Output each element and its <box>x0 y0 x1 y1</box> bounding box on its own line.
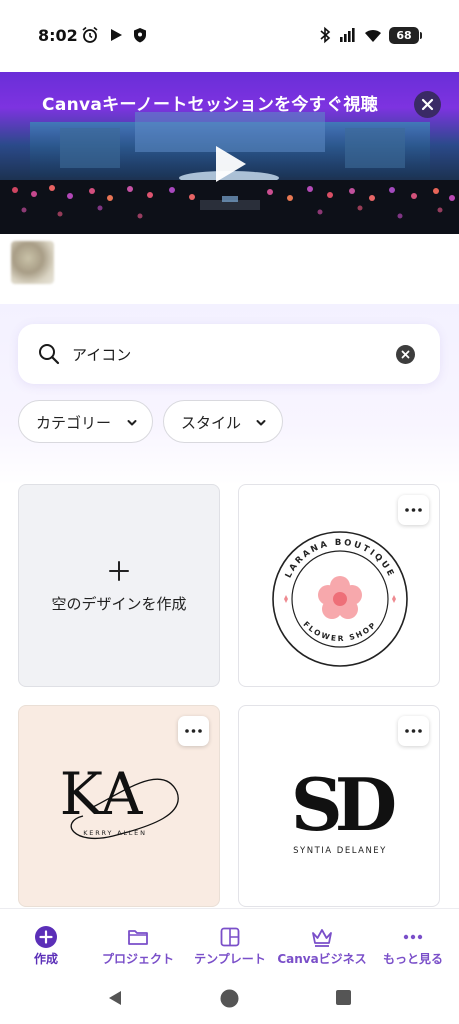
nav-canva-business[interactable]: Canvaビジネス <box>276 909 368 973</box>
clear-icon <box>401 350 410 359</box>
play-store-icon <box>111 29 122 41</box>
folder-icon <box>128 930 148 945</box>
template-card[interactable]: KA KERRY ALLEN <box>18 705 220 907</box>
account-row <box>0 234 459 304</box>
signal-icon <box>340 28 355 42</box>
chevron-down-icon <box>127 420 137 426</box>
nav-create[interactable]: 作成 <box>0 909 92 973</box>
clear-search-button[interactable] <box>396 345 415 364</box>
monogram-caption: KERRY ALLEN <box>83 829 146 837</box>
nav-projects-label: プロジェクト <box>101 952 174 966</box>
wifi-icon <box>365 29 381 42</box>
template-thumbnail: LARANA BOUTIQUE FLOWER SHOP <box>272 531 408 667</box>
filter-style-label: スタイル <box>181 414 242 432</box>
banner-close-button[interactable] <box>414 91 441 118</box>
back-icon[interactable] <box>106 989 124 1007</box>
status-bar: 8:02 68 <box>0 0 459 72</box>
template-card[interactable]: LARANA BOUTIQUE FLOWER SHOP <box>238 484 440 687</box>
crown-icon <box>312 929 332 947</box>
close-icon <box>421 98 434 111</box>
monogram-caption: SYNTIA DELANEY <box>293 846 387 856</box>
flower-icon <box>318 576 362 619</box>
filter-style[interactable]: スタイル <box>163 400 283 443</box>
bluetooth-icon <box>320 26 331 44</box>
filter-category[interactable]: カテゴリー <box>18 400 153 443</box>
nav-canva-business-label: Canvaビジネス <box>277 952 367 966</box>
search-input[interactable] <box>72 343 372 365</box>
play-icon[interactable] <box>212 144 248 184</box>
monogram-text: SD <box>291 762 395 847</box>
template-more-button[interactable] <box>178 716 209 746</box>
plus-icon <box>109 561 129 581</box>
template-more-button[interactable] <box>398 716 429 746</box>
nav-templates[interactable]: テンプレート <box>184 909 276 973</box>
nav-projects[interactable]: プロジェクト <box>92 909 184 973</box>
nav-more[interactable]: もっと見る <box>367 909 459 973</box>
template-card[interactable]: SD SYNTIA DELANEY <box>238 705 440 907</box>
create-blank-design-card[interactable]: 空のデザインを作成 <box>18 484 220 687</box>
nav-templates-label: テンプレート <box>194 952 266 966</box>
search-icon <box>39 344 60 365</box>
template-more-button[interactable] <box>398 495 429 525</box>
avatar[interactable] <box>11 241 54 284</box>
more-dots-icon <box>405 729 422 733</box>
battery-indicator: 68 <box>389 27 422 44</box>
blank-design-label: 空のデザインを作成 <box>51 595 187 613</box>
plus-circle-icon <box>35 926 57 948</box>
recents-icon[interactable] <box>335 989 352 1006</box>
keynote-banner[interactable]: Canvaキーノートセッションを今すぐ視聴 <box>0 72 459 234</box>
logo-text-bottom: FLOWER SHOP <box>301 620 376 644</box>
nav-create-label: 作成 <box>33 952 58 966</box>
template-icon <box>220 927 240 947</box>
bottom-navigation: 作成 プロジェクト テンプレート Canvaビジネス もっと見る <box>0 908 459 972</box>
svg-text:FLOWER SHOP: FLOWER SHOP <box>301 620 378 644</box>
monogram-text: KA <box>60 760 144 828</box>
more-dots-icon <box>403 934 423 940</box>
alarm-icon <box>82 26 98 43</box>
template-thumbnail: SD SYNTIA DELANEY <box>291 762 403 856</box>
banner-title: Canvaキーノートセッションを今すぐ視聴 <box>42 95 378 115</box>
system-navigation <box>0 972 459 1024</box>
shield-icon <box>134 28 146 43</box>
filter-category-label: カテゴリー <box>36 414 112 432</box>
status-time: 8:02 <box>38 26 78 45</box>
more-dots-icon <box>405 508 422 512</box>
more-dots-icon <box>185 729 202 733</box>
nav-more-label: もっと見る <box>382 952 443 966</box>
chevron-down-icon <box>256 420 266 426</box>
home-icon[interactable] <box>220 989 239 1008</box>
template-thumbnail: KA KERRY ALLEN <box>60 760 179 839</box>
